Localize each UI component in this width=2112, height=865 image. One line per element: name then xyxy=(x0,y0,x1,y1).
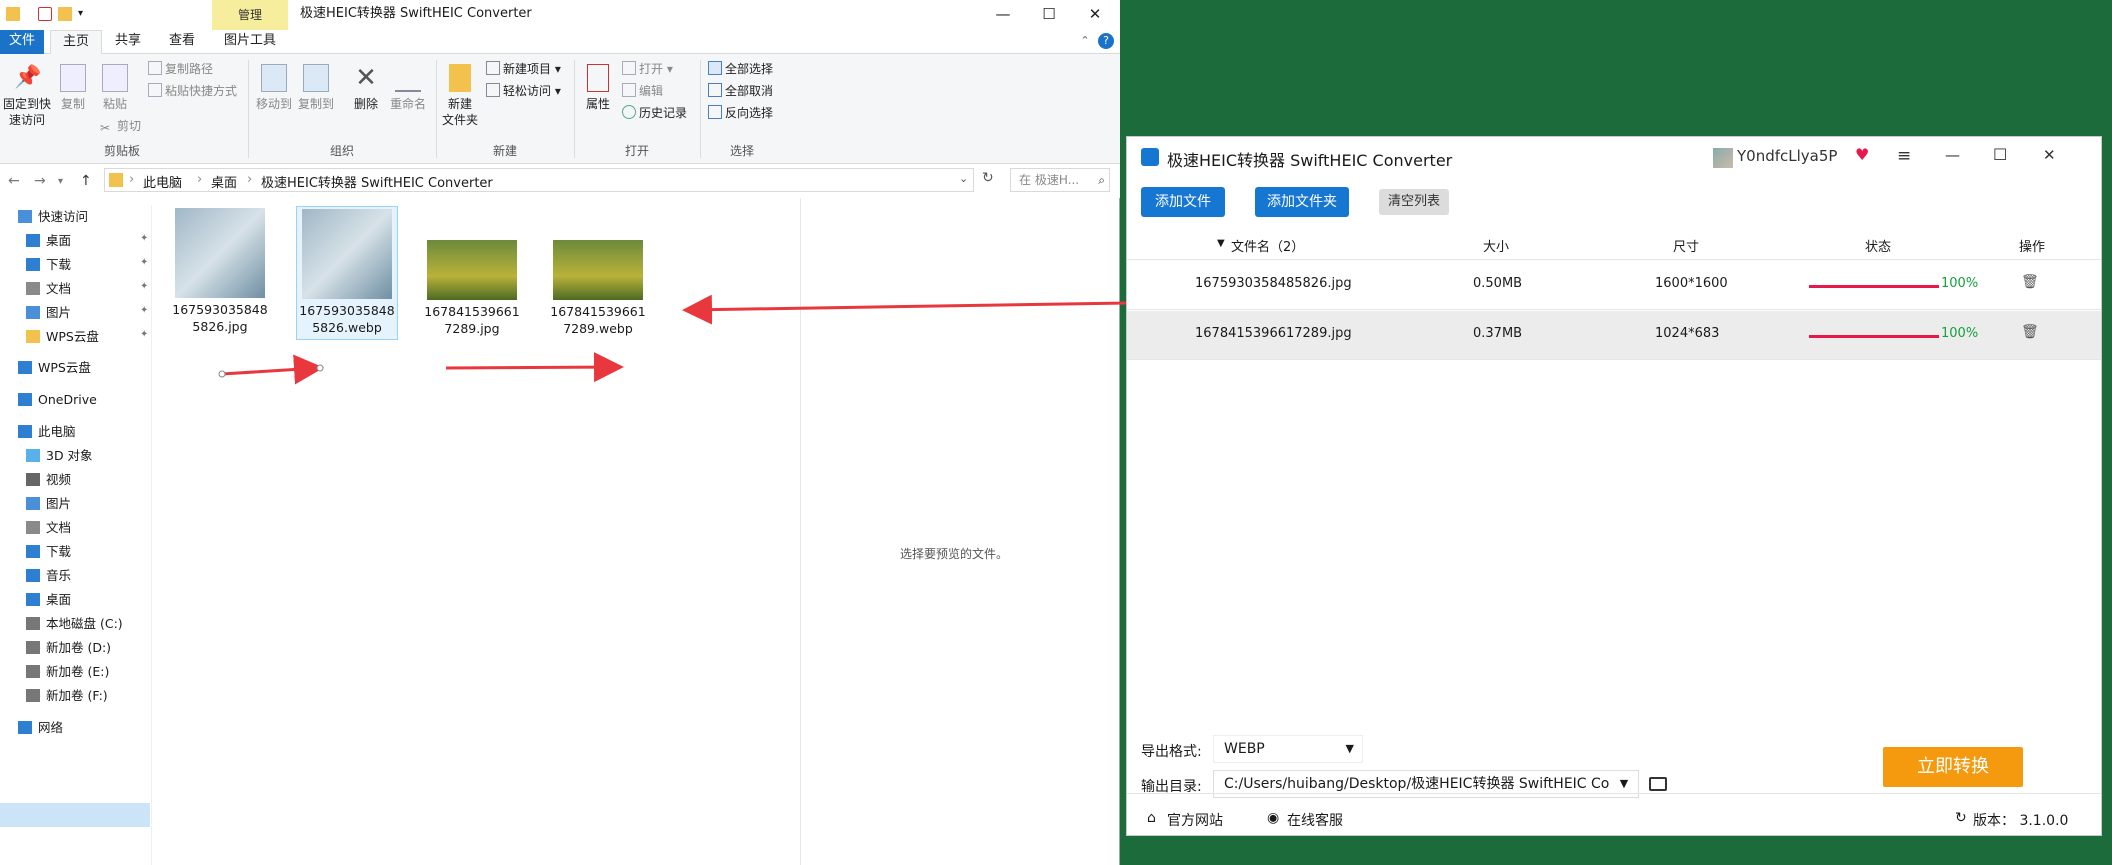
table-row[interactable]: 1678415396617289.jpg 0.37MB 1024*683 100… xyxy=(1127,311,2101,360)
table-header: ▼ 文件名（2） 大小 尺寸 状态 操作 xyxy=(1127,230,2101,260)
version-label: 版本： 3.1.0.0 xyxy=(1973,813,2069,829)
add-folder-button[interactable]: 添加文件夹 xyxy=(1255,187,1349,217)
converter-window: 极速HEIC转换器 SwiftHEIC Converter Y0ndfcLlya… xyxy=(1126,136,2102,836)
table-row[interactable]: 1675930358485826.jpg 0.50MB 1600*1600 10… xyxy=(1127,261,2101,310)
annotation-arrow xyxy=(682,294,1129,325)
trash-icon[interactable]: 🗑 xyxy=(2021,325,2039,340)
annotation-arrow xyxy=(221,354,324,385)
row-filename: 1678415396617289.jpg xyxy=(1195,326,1352,341)
row-size: 0.50MB xyxy=(1473,276,1523,291)
column-status: 状态 xyxy=(1865,240,1892,255)
app-logo-icon xyxy=(1141,148,1159,166)
support-agent-icon: ◉ xyxy=(1267,810,1280,826)
trash-icon[interactable]: 🗑 xyxy=(2021,275,2039,290)
convert-now-button[interactable]: 立即转换 xyxy=(1883,747,2023,787)
home-icon: ⌂ xyxy=(1147,810,1156,826)
progress-percent: 100% xyxy=(1941,276,1979,291)
row-dimensions: 1024*683 xyxy=(1655,326,1720,341)
add-file-button[interactable]: 添加文件 xyxy=(1141,187,1225,217)
row-filename: 1675930358485826.jpg xyxy=(1195,276,1352,291)
column-actions: 操作 xyxy=(2019,240,2046,255)
minimize-icon[interactable]: — xyxy=(1945,146,1960,164)
annotation-arrow xyxy=(445,352,624,383)
column-name[interactable]: 文件名（2） xyxy=(1231,236,1304,255)
column-dimensions[interactable]: 尺寸 xyxy=(1673,236,1699,255)
progress-percent: 100% xyxy=(1941,326,1979,341)
username[interactable]: Y0ndfcLlya5P xyxy=(1737,147,1837,165)
converter-title: 极速HEIC转换器 SwiftHEIC Converter xyxy=(1167,151,1453,170)
avatar[interactable] xyxy=(1713,148,1733,168)
output-format-label: 导出格式: xyxy=(1141,744,1202,760)
row-size: 0.37MB xyxy=(1473,326,1523,341)
footer-divider xyxy=(1127,793,2101,794)
arrow-start-handle xyxy=(218,370,226,378)
open-folder-icon[interactable] xyxy=(1649,777,1667,791)
row-dimensions: 1600*1600 xyxy=(1655,276,1728,291)
vip-diamond-icon[interactable]: ♥ xyxy=(1855,145,1869,164)
close-icon[interactable]: ✕ xyxy=(2043,146,2056,164)
arrow-end-handle xyxy=(316,364,324,372)
menu-icon[interactable]: ≡ xyxy=(1897,146,1911,166)
clear-list-button[interactable]: 清空列表 xyxy=(1379,189,1449,215)
official-site-link[interactable]: 官方网站 xyxy=(1167,810,1223,830)
chevron-down-icon: ▼ xyxy=(1345,742,1354,755)
online-support-link[interactable]: 在线客服 xyxy=(1287,810,1343,830)
refresh-version-icon[interactable]: ↻ xyxy=(1955,810,1967,826)
output-format-select[interactable]: WEBP ▼ xyxy=(1213,735,1363,763)
sort-down-icon[interactable]: ▼ xyxy=(1217,238,1225,249)
maximize-icon[interactable]: ☐ xyxy=(1993,145,2007,164)
converter-titlebar: 极速HEIC转换器 SwiftHEIC Converter Y0ndfcLlya… xyxy=(1127,137,2101,179)
progress-bar xyxy=(1809,285,1939,288)
column-size[interactable]: 大小 xyxy=(1483,236,1509,255)
progress-bar xyxy=(1809,335,1939,338)
